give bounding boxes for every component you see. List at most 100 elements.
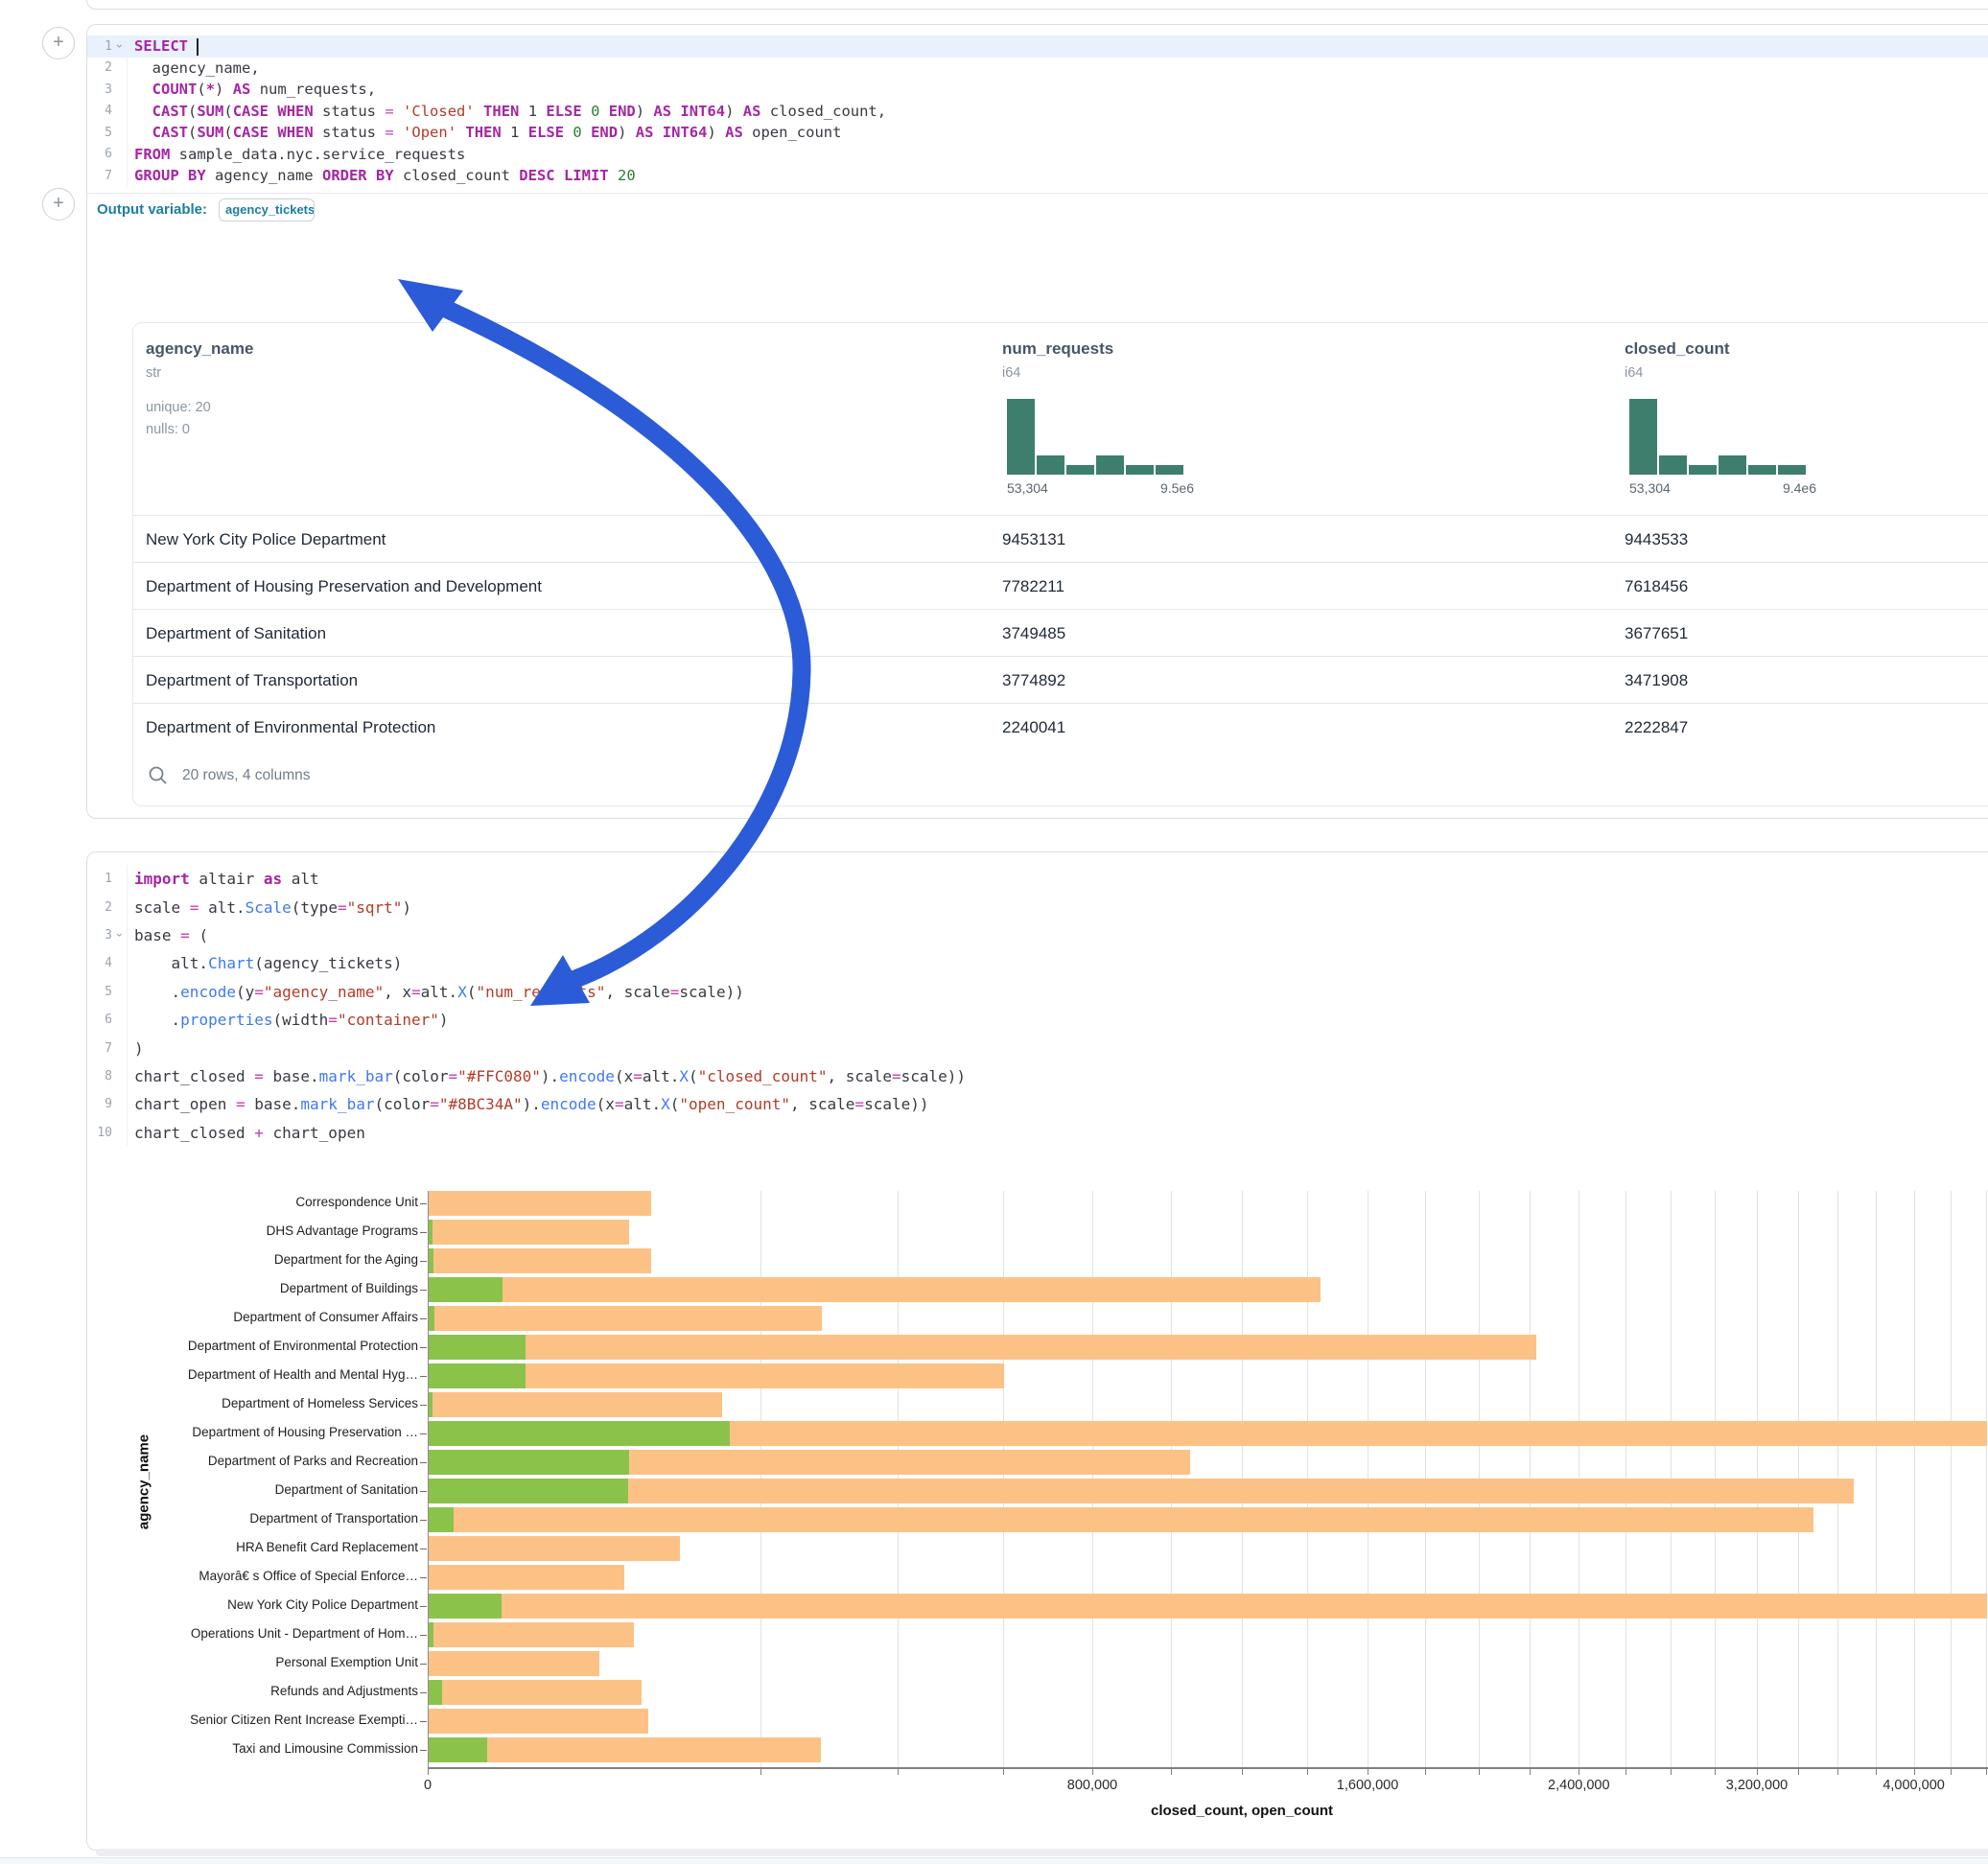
code-line[interactable]: 4 CAST(SUM(CASE WHEN status = 'Closed' T…	[87, 101, 1988, 123]
line-number: 7	[87, 1041, 112, 1056]
line-number: 5	[87, 985, 112, 999]
code-text: chart_closed = base.mark_bar(color="#FFC…	[134, 1067, 966, 1085]
code-line[interactable]: 1import altair as alt	[87, 865, 1988, 893]
column-type: i64	[1002, 365, 1020, 381]
line-number: 6	[87, 147, 112, 161]
histogram-num-requests[interactable]	[1007, 406, 1183, 475]
table-footer: 20 rows, 4 columns	[133, 750, 311, 801]
code-text: FROM sample_data.nyc.service_requests	[134, 146, 465, 163]
histogram-bar	[1659, 455, 1687, 475]
next-cell-fragment	[0, 1857, 1988, 1864]
table-row-count: 20 rows, 4 columns	[182, 767, 311, 784]
histogram-bar	[1066, 465, 1094, 475]
table-cell: 2240041	[1002, 704, 1065, 751]
histogram-bar	[1156, 465, 1183, 475]
line-number: 2	[87, 60, 112, 75]
table-cell: 3471908	[1625, 657, 1688, 704]
histogram-max-label: 9.4e6	[1734, 480, 1816, 496]
code-text: GROUP BY agency_name ORDER BY closed_cou…	[134, 167, 636, 184]
histogram-closed-count[interactable]	[1629, 406, 1806, 475]
histogram-max-label: 9.5e6	[1111, 480, 1194, 496]
code-line[interactable]: 3 COUNT(*) AS num_requests,	[87, 79, 1988, 101]
line-number: 8	[87, 1069, 112, 1083]
search-icon[interactable]	[148, 765, 169, 786]
table-row[interactable]: New York City Police Department945313194…	[133, 515, 1988, 563]
code-text: .properties(width="container")	[134, 1011, 449, 1029]
histogram-min-label: 53,304	[1629, 480, 1671, 496]
code-line[interactable]: 7)	[87, 1034, 1988, 1061]
output-variable-pill[interactable]: agency_tickets	[219, 198, 315, 221]
notebook-page: + + 1›SELECT 2 agency_name,3 COUNT(*) AS…	[0, 0, 1988, 1864]
result-table: agency_name str unique: 20 nulls: 0 num_…	[132, 322, 1988, 806]
histogram-bar	[1096, 455, 1124, 475]
table-cell: 3677651	[1625, 610, 1688, 657]
code-text: )	[134, 1039, 144, 1058]
column-header[interactable]: agency_name	[146, 339, 253, 359]
line-number: 7	[87, 169, 112, 183]
code-line[interactable]: 5 CAST(SUM(CASE WHEN status = 'Open' THE…	[87, 122, 1988, 144]
histogram-min-label: 53,304	[1007, 480, 1048, 496]
table-cell: Department of Environmental Protection	[146, 704, 435, 751]
code-line[interactable]: 2scale = alt.Scale(type="sqrt")	[87, 893, 1988, 920]
column-meta: unique: 20	[146, 400, 211, 415]
table-row[interactable]: Department of Housing Preservation and D…	[133, 562, 1988, 610]
next-cell-fragment	[96, 1849, 1988, 1856]
histogram-bar	[1719, 455, 1746, 475]
line-number: 3	[87, 82, 112, 97]
code-line[interactable]: 5 .encode(y="agency_name", x=alt.X("num_…	[87, 978, 1988, 1006]
python-code-editor[interactable]: 1import altair as alt2scale = alt.Scale(…	[87, 865, 1988, 1147]
line-number: 9	[87, 1097, 112, 1111]
column-meta: nulls: 0	[146, 422, 190, 437]
histogram-bar	[1689, 465, 1717, 475]
histogram-bar	[1007, 399, 1035, 475]
code-line[interactable]: 7 GROUP BY agency_name ORDER BY closed_co…	[87, 165, 1988, 187]
table-cell: New York City Police Department	[146, 516, 386, 563]
histogram-bar	[1126, 465, 1154, 475]
fold-caret-icon[interactable]: ›	[112, 928, 127, 942]
code-line[interactable]: 1›SELECT	[87, 35, 1988, 58]
table-cell: 9453131	[1002, 516, 1065, 563]
column-type: str	[146, 365, 161, 381]
line-number: 4	[87, 956, 112, 970]
table-cell: Department of Transportation	[146, 657, 358, 704]
code-line[interactable]: 10chart_closed + chart_open	[87, 1119, 1988, 1147]
add-cell-button[interactable]: +	[42, 27, 75, 59]
table-cell: 3749485	[1002, 610, 1065, 657]
line-number: 4	[87, 104, 112, 118]
sql-code-editor[interactable]: 1›SELECT 2 agency_name,3 COUNT(*) AS num…	[87, 35, 1988, 187]
code-line[interactable]: 2 agency_name,	[87, 58, 1988, 80]
code-text: scale = alt.Scale(type="sqrt")	[134, 898, 411, 917]
code-text: SELECT	[134, 37, 199, 56]
table-cell: 3774892	[1002, 657, 1065, 704]
fold-caret-icon[interactable]: ›	[112, 39, 127, 53]
table-cell: 2222847	[1625, 704, 1688, 751]
table-cell: Department of Housing Preservation and D…	[146, 563, 542, 610]
output-variable-label: Output variable:	[97, 201, 207, 218]
table-row[interactable]: Department of Transportation 3774892 34719…	[133, 656, 1988, 704]
code-line[interactable]: 6 FROM sample_data.nyc.service_requests	[87, 144, 1988, 166]
code-text: agency_name,	[134, 59, 260, 77]
previous-cell-fragment	[86, 0, 1988, 10]
text-cursor	[197, 38, 199, 56]
code-text: chart_open = base.mark_bar(color="#8BC34…	[134, 1095, 929, 1113]
line-number: 10	[87, 1126, 112, 1140]
histogram-bar	[1778, 465, 1806, 475]
table-row[interactable]: Department of Sanitation 3749485 3677651	[133, 609, 1988, 657]
table-cell: 7782211	[1002, 563, 1064, 610]
table-cell: Department of Sanitation	[146, 610, 326, 657]
code-line[interactable]: 9 chart_open = base.mark_bar(color="#8BC3…	[87, 1090, 1988, 1118]
code-text: CAST(SUM(CASE WHEN status = 'Open' THEN …	[134, 124, 841, 141]
code-line[interactable]: 8 chart_closed = base.mark_bar(color="#FF…	[87, 1062, 1988, 1090]
code-line[interactable]: 6 .properties(width="container")	[87, 1006, 1988, 1034]
output-variable-row: Output variable: agency_tickets	[87, 193, 1988, 225]
table-cell: 7618456	[1625, 563, 1688, 610]
column-header[interactable]: closed_count	[1625, 339, 1730, 359]
table-row[interactable]: Department of Environmental Protection 22…	[133, 703, 1988, 751]
line-number: 3	[87, 928, 112, 943]
column-type: i64	[1625, 365, 1643, 381]
code-line[interactable]: 4 alt.Chart(agency_tickets)	[87, 949, 1988, 977]
line-number: 1	[87, 872, 112, 886]
column-header[interactable]: num_requests	[1002, 339, 1113, 359]
code-line[interactable]: 3›base = (	[87, 921, 1988, 949]
add-cell-button[interactable]: +	[42, 188, 75, 221]
